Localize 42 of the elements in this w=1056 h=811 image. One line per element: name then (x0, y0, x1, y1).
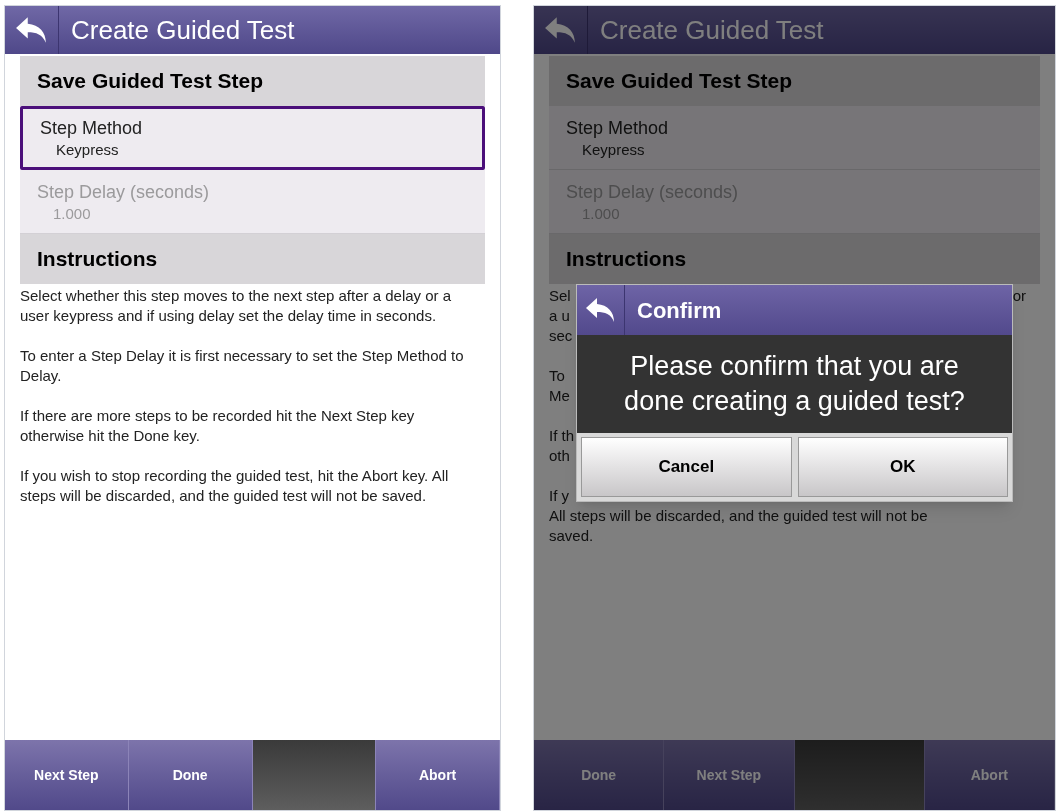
screen-title: Create Guided Test (600, 13, 824, 47)
instruction-text: a u (549, 306, 570, 326)
dialog-title: Confirm (637, 296, 722, 325)
instruction-text: All steps will be discarded, and the guided test will not be (549, 506, 928, 526)
setting-value: 1.000 (53, 203, 92, 224)
section-heading: Save Guided Test Step (20, 56, 485, 106)
instruction-text: Me (549, 386, 570, 406)
dialog-button[interactable]: Cancel (581, 437, 792, 497)
instruction-text: If y (549, 486, 569, 506)
instruction-text: If there are more steps to be recorded hit the Next Step key otherwise hit the Done key. (20, 406, 416, 446)
soft-key[interactable]: Abort (924, 740, 1055, 810)
setting-label: Step Method (566, 116, 670, 140)
instruction-text: If th (549, 426, 574, 446)
settings-row[interactable]: Step Method Keypress (549, 106, 1040, 170)
back-arrow-icon[interactable] (14, 15, 49, 45)
section-heading: Instructions (549, 234, 1040, 284)
instruction-text: Select whether this step moves to the next step after a delay or a user keypress and if using delay set the delay time in seconds. (20, 286, 453, 326)
dialog-button[interactable]: OK (797, 437, 1008, 497)
setting-label: Step Method (40, 117, 144, 140)
instruction-text: If you wish to stop recording the guided test, hit the Abort key. All steps will be discarded, and the guided test will not be saved. (20, 466, 450, 506)
setting-value: Keypress (582, 139, 646, 160)
soft-key[interactable]: Done (534, 740, 665, 810)
instruction-text: To (549, 366, 565, 386)
instruction-text: Sel (549, 286, 571, 306)
section-heading: Save Guided Test Step (549, 56, 1040, 106)
dialog-message: Please confirm that you are done creating a guided test? (577, 335, 1012, 433)
instruction-text: or (1012, 286, 1026, 306)
instruction-text: sec (549, 326, 573, 346)
setting-value: Keypress (56, 140, 120, 160)
back-arrow-icon[interactable] (584, 296, 617, 324)
soft-key[interactable]: Abort (376, 740, 500, 810)
section-heading: Instructions (20, 234, 485, 284)
instruction-text: saved. (549, 526, 594, 546)
screen-title: Create Guided Test (71, 13, 295, 47)
setting-label: Step Delay (seconds) (37, 180, 211, 204)
soft-key[interactable]: Next Step (5, 740, 129, 810)
instruction-text: oth (549, 446, 570, 466)
soft-key[interactable]: Next Step (664, 740, 795, 810)
settings-row[interactable]: Step Method Keypress (20, 106, 485, 170)
instruction-text: To enter a Step Delay it is first necessary to set the Step Method to Delay. (20, 346, 465, 386)
back-arrow-icon[interactable] (543, 15, 578, 45)
soft-key[interactable]: Done (128, 740, 253, 810)
